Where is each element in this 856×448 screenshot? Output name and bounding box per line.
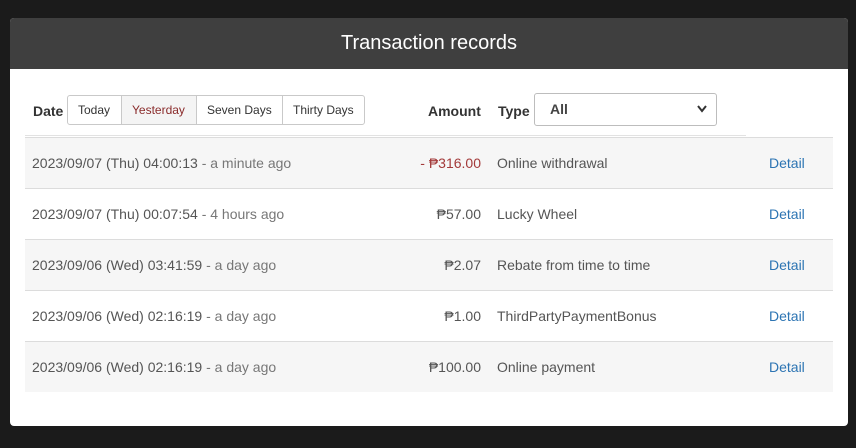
chevron-down-icon: [696, 94, 708, 125]
type-select[interactable]: All: [534, 93, 717, 126]
detail-link[interactable]: Detail: [769, 155, 805, 171]
transaction-type: Online payment: [497, 359, 596, 375]
date-range-button-group: Today Yesterday Seven Days Thirty Days: [67, 95, 365, 125]
transaction-row: 2023/09/06 (Wed) 02:16:19 - a day ago ₱1…: [25, 290, 833, 341]
detail-link[interactable]: Detail: [769, 257, 805, 273]
transaction-amount: ₱1.00: [444, 308, 481, 324]
transaction-date: 2023/09/06 (Wed) 03:41:59 - a day ago: [32, 257, 277, 273]
transaction-row: 2023/09/06 (Wed) 03:41:59 - a day ago ₱2…: [25, 239, 833, 290]
transaction-row: 2023/09/07 (Thu) 00:07:54 - 4 hours ago …: [25, 188, 833, 239]
thirty-days-button[interactable]: Thirty Days: [282, 95, 365, 125]
filter-bar: Date Today Yesterday Seven Days Thirty D…: [25, 69, 833, 137]
detail-link[interactable]: Detail: [769, 359, 805, 375]
transaction-row: 2023/09/06 (Wed) 02:16:19 - a day ago ₱1…: [25, 341, 833, 392]
yesterday-button[interactable]: Yesterday: [121, 95, 197, 125]
seven-days-button[interactable]: Seven Days: [196, 95, 283, 125]
filter-divider: [25, 135, 746, 136]
transaction-relative-time: - 4 hours ago: [201, 206, 285, 222]
transaction-amount: ₱2.07: [444, 257, 481, 273]
transaction-type: Online withdrawal: [497, 155, 608, 171]
transaction-date: 2023/09/07 (Thu) 04:00:13 - a minute ago: [32, 155, 292, 171]
transaction-relative-time: - a day ago: [206, 257, 277, 273]
transaction-date: 2023/09/07 (Thu) 00:07:54 - 4 hours ago: [32, 206, 285, 222]
transaction-date: 2023/09/06 (Wed) 02:16:19 - a day ago: [32, 308, 277, 324]
modal-body: Date Today Yesterday Seven Days Thirty D…: [10, 69, 848, 392]
modal-header: Transaction records: [10, 18, 848, 69]
transaction-relative-time: - a day ago: [206, 359, 277, 375]
detail-link[interactable]: Detail: [769, 308, 805, 324]
today-button[interactable]: Today: [67, 95, 122, 125]
transaction-type: ThirdPartyPaymentBonus: [497, 308, 657, 324]
transaction-amount: - ₱316.00: [420, 155, 481, 171]
transaction-list: 2023/09/07 (Thu) 04:00:13 - a minute ago…: [25, 137, 833, 392]
transaction-row: 2023/09/07 (Thu) 04:00:13 - a minute ago…: [25, 137, 833, 188]
transaction-amount: ₱57.00: [436, 206, 481, 222]
amount-column-label: Amount: [428, 103, 481, 119]
date-filter-label: Date: [33, 103, 64, 119]
transaction-type: Lucky Wheel: [497, 206, 578, 222]
transaction-records-modal: Transaction records Date Today Yesterday…: [10, 18, 848, 426]
detail-link[interactable]: Detail: [769, 206, 805, 222]
transaction-type: Rebate from time to time: [497, 257, 651, 273]
modal-title: Transaction records: [341, 32, 517, 54]
transaction-date: 2023/09/06 (Wed) 02:16:19 - a day ago: [32, 359, 277, 375]
transaction-relative-time: - a minute ago: [201, 155, 292, 171]
transaction-relative-time: - a day ago: [206, 308, 277, 324]
type-select-value: All: [550, 101, 568, 117]
type-filter-label: Type: [498, 103, 530, 119]
transaction-amount: ₱100.00: [428, 359, 481, 375]
